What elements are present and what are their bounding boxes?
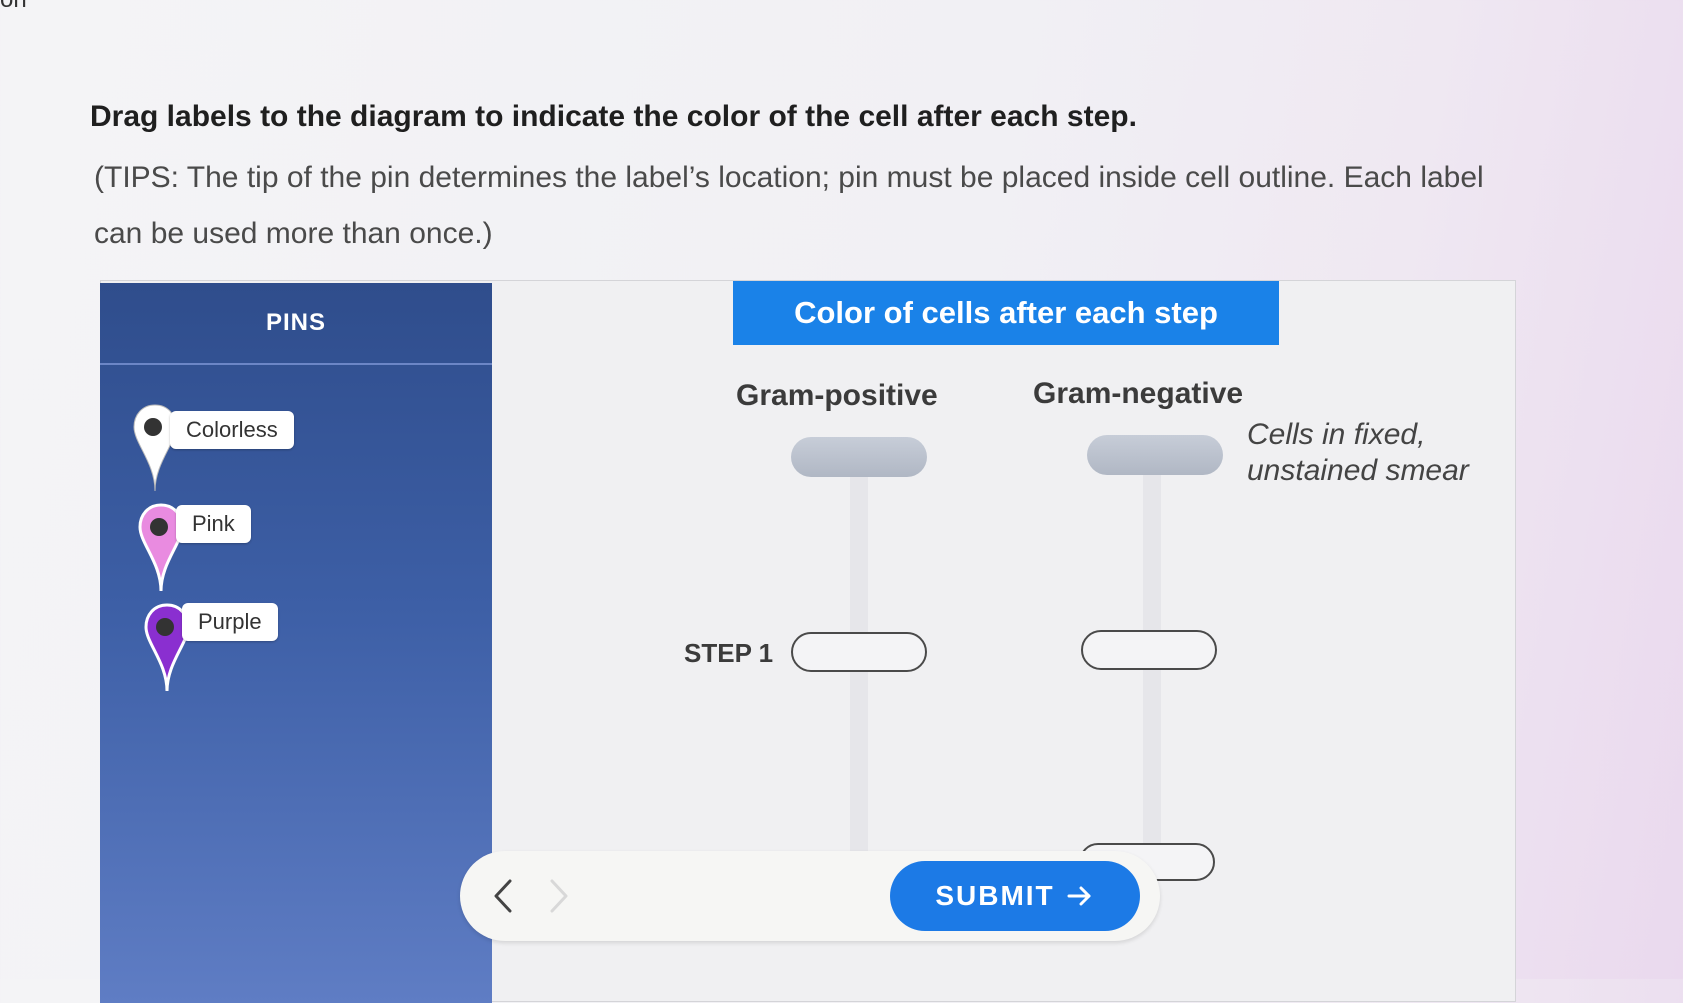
column-header-gram-positive: Gram-positive — [736, 379, 938, 412]
submit-button[interactable]: SUBMIT — [890, 861, 1140, 931]
step-label: STEP 1 — [684, 638, 774, 668]
chevron-right-icon — [550, 879, 568, 913]
drop-target-gram-positive-step1[interactable] — [791, 632, 927, 672]
pins-panel: PINS Colorless Pink Purple — [100, 283, 492, 1003]
back-button[interactable] — [480, 871, 530, 921]
chevron-left-icon — [494, 879, 512, 913]
cell-gram-positive-fixed — [791, 437, 927, 477]
forward-button[interactable] — [532, 871, 582, 921]
pins-header: PINS — [100, 283, 492, 365]
tips-text: (TIPS: The tip of the pin determines the… — [94, 161, 1484, 250]
navigation-bar: SUBMIT — [460, 851, 1160, 941]
track-gram-negative — [1143, 470, 1161, 880]
instruction-heading: Drag labels to the diagram to indicate t… — [90, 100, 1137, 133]
corner-text: on — [0, 0, 27, 14]
drop-target-gram-negative-step1[interactable] — [1081, 630, 1217, 670]
cell-gram-negative-fixed — [1087, 435, 1223, 475]
row-label-text: Cells in fixed, unstained smear — [1247, 418, 1469, 487]
submit-label: SUBMIT — [935, 880, 1055, 911]
row-label-fixed-smear: Cells in fixed, unstained smear — [1247, 417, 1507, 489]
pin-label: Purple — [182, 603, 278, 641]
diagram-title: Color of cells after each step — [733, 281, 1279, 345]
arrow-right-icon — [1067, 886, 1091, 906]
track-gram-positive — [850, 470, 868, 880]
pin-label: Pink — [176, 505, 251, 543]
pin-label: Colorless — [170, 411, 294, 449]
column-header-gram-negative: Gram-negative — [1033, 377, 1244, 410]
